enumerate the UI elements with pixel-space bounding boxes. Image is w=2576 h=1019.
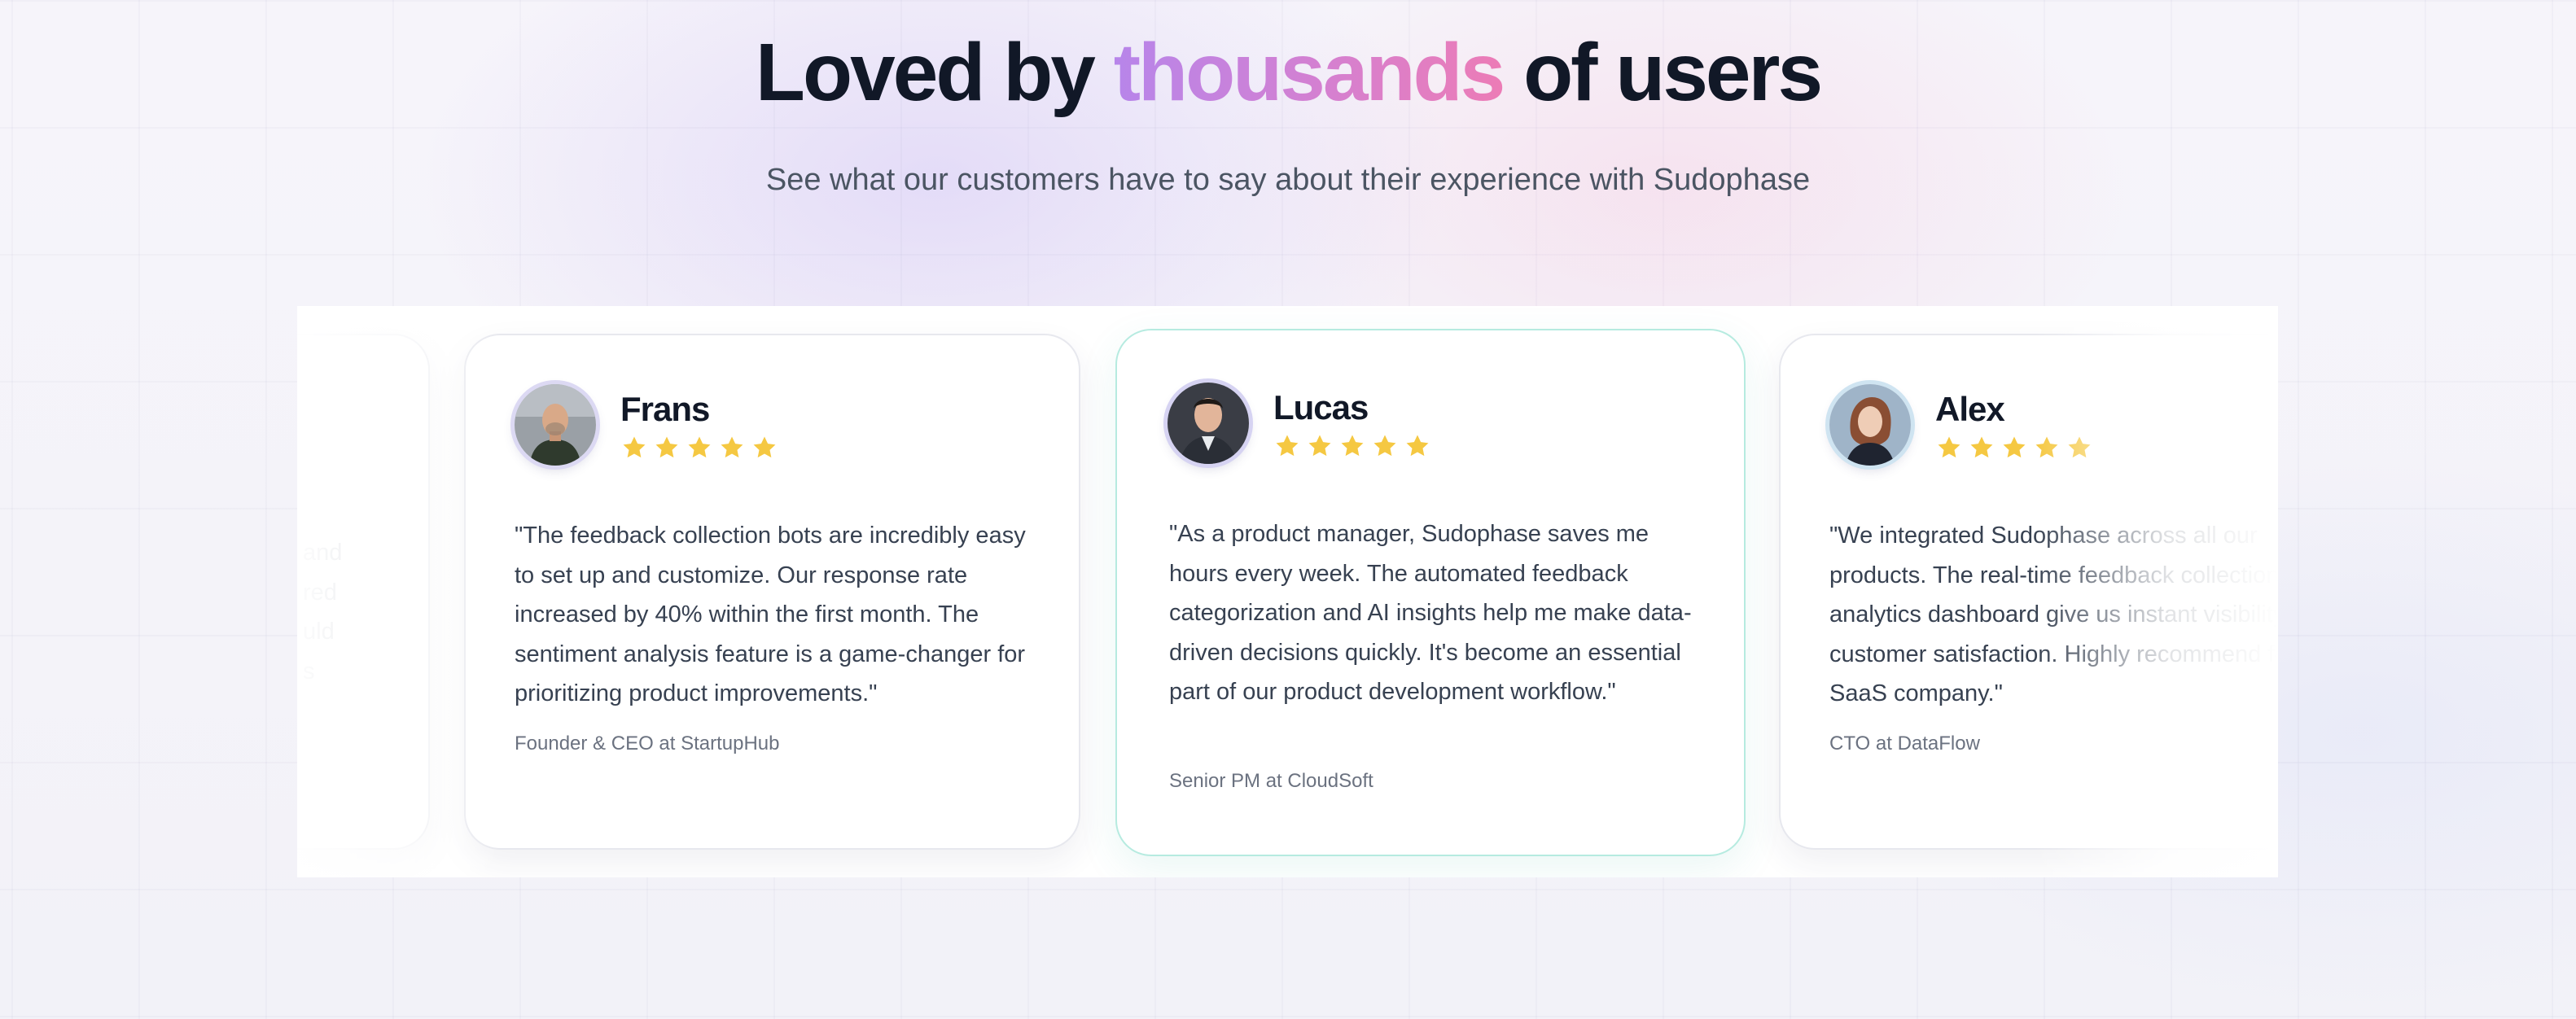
star-icon xyxy=(1970,436,1993,458)
star-icon xyxy=(2068,436,2091,458)
testimonial-card-alex: Alex "We integrated Sudophase across all… xyxy=(1779,334,2278,850)
testimonial-quote: "As a product manager, Sudophase saves m… xyxy=(1169,521,1692,705)
avatar xyxy=(1168,383,1249,464)
star-icon xyxy=(623,436,646,458)
testimonial-carousel[interactable]: and red uld s Frans "The feedback collec… xyxy=(297,306,2278,877)
testimonial-role: Founder & CEO at StartupHub xyxy=(515,733,780,754)
avatar xyxy=(515,384,596,466)
avatar-image xyxy=(1168,383,1249,464)
testimonial-name: Alex xyxy=(1935,390,2005,428)
testimonial-header: Lucas xyxy=(1168,383,1436,464)
avatar-image xyxy=(1829,384,1911,466)
star-icon xyxy=(753,436,776,458)
testimonial-quote: "The feedback collection bots are incred… xyxy=(515,523,1026,706)
star-icon xyxy=(1373,435,1396,457)
section-title: Loved by thousands of users xyxy=(0,20,2576,125)
star-icon xyxy=(721,436,743,458)
testimonial-card-lucas: Lucas "As a product manager, Sudophase s… xyxy=(1115,329,1746,856)
title-prefix: Loved by xyxy=(755,27,1096,118)
title-suffix: of users xyxy=(1523,27,1823,118)
rating-stars xyxy=(1935,434,2098,461)
star-icon xyxy=(655,436,678,458)
testimonial-name: Lucas xyxy=(1273,388,1369,426)
avatar-image xyxy=(515,384,596,466)
section-subtitle: See what our customers have to say about… xyxy=(765,163,1811,197)
rating-stars xyxy=(1273,432,1436,460)
star-icon xyxy=(2035,436,2058,458)
testimonial-card-partial: and red uld s xyxy=(297,334,430,850)
star-icon xyxy=(1276,435,1299,457)
title-highlight: thousands xyxy=(1113,27,1506,118)
testimonial-role: Senior PM at CloudSoft xyxy=(1169,770,1373,792)
testimonial-role: CTO at DataFlow xyxy=(1829,733,1980,754)
testimonial-card-frans: Frans "The feedback collection bots are … xyxy=(464,334,1080,850)
avatar xyxy=(1829,384,1911,466)
star-icon xyxy=(688,436,711,458)
star-icon xyxy=(1308,435,1331,457)
rating-stars xyxy=(620,434,783,461)
star-icon xyxy=(2003,436,2026,458)
star-icon xyxy=(1938,436,1960,458)
testimonial-name: Frans xyxy=(620,390,710,428)
testimonial-header: Alex xyxy=(1829,384,2098,466)
testimonial-header: Frans xyxy=(515,384,783,466)
testimonial-quote-fragment: and red uld s xyxy=(303,540,343,684)
star-icon xyxy=(1341,435,1364,457)
star-icon xyxy=(1406,435,1429,457)
testimonial-quote: "We integrated Sudophase across all our … xyxy=(1829,523,2278,706)
